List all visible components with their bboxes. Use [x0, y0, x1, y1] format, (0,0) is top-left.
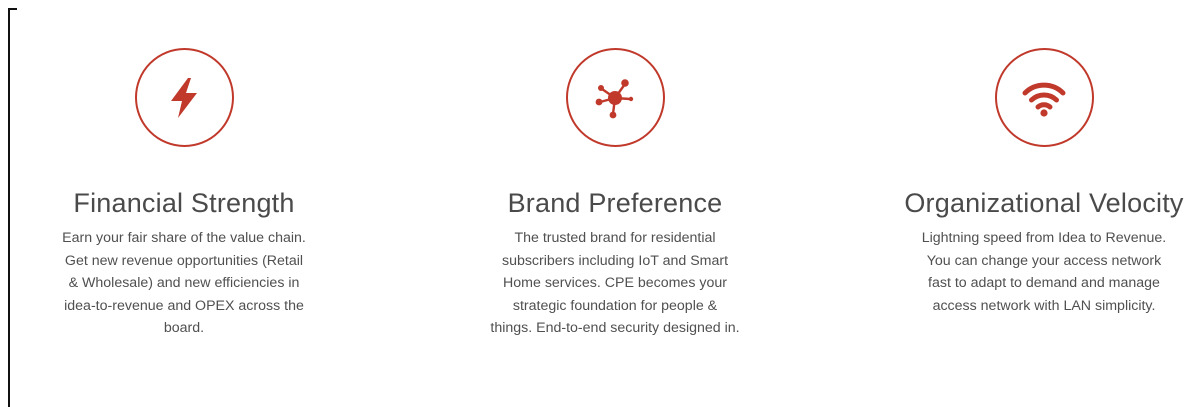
description-line: Get new revenue opportunities (Retail	[64, 252, 304, 269]
icon-circle	[565, 48, 665, 147]
wifi-signal-icon	[1022, 82, 1066, 117]
description-line: subscribers including IoT and Smart	[501, 252, 729, 269]
description-line: idea-to-revenue and OPEX across the	[64, 297, 304, 314]
description-line: The trusted brand for residential	[514, 230, 716, 246]
feature-title: Brand Preference	[507, 188, 723, 218]
description-line: Lightning speed from Idea to Revenue.	[921, 230, 1167, 246]
network-hub-icon	[595, 78, 634, 118]
description-line: & Wholesale) and new efficiencies in	[68, 275, 300, 292]
description-line: Home services. CPE becomes your	[503, 275, 727, 292]
feature-financial-strength: Financial Strength Earn your fair share …	[14, 48, 354, 340]
feature-description: Earn your fair share of the value chain.…	[14, 227, 354, 340]
feature-brand-preference: Brand Preference The trusted brand for r…	[445, 48, 785, 340]
feature-description: The trusted brand for residential subscr…	[445, 227, 785, 340]
description-line: Earn your fair share of the value chain.	[62, 230, 306, 246]
feature-organizational-velocity: Organizational Velocity Lightning speed …	[874, 48, 1201, 317]
description-line: You can change your access network	[926, 252, 1162, 269]
feature-title: Financial Strength	[73, 188, 295, 218]
left-edge-line	[8, 8, 10, 407]
feature-title: Organizational Velocity	[904, 188, 1184, 218]
description-line: things. End-to-end security designed in.	[490, 320, 740, 337]
lightning-bolt-icon	[171, 77, 197, 118]
description-line: board.	[163, 320, 205, 337]
description-line: fast to adapt to demand and manage	[928, 275, 1160, 292]
description-line: strategic foundation for people &	[512, 297, 718, 314]
icon-circle	[134, 48, 234, 147]
feature-description: Lightning speed from Idea to Revenue. Yo…	[874, 227, 1201, 317]
left-edge-tick	[8, 8, 17, 10]
icon-circle	[994, 48, 1094, 147]
description-line: access network with LAN simplicity.	[932, 297, 1156, 314]
